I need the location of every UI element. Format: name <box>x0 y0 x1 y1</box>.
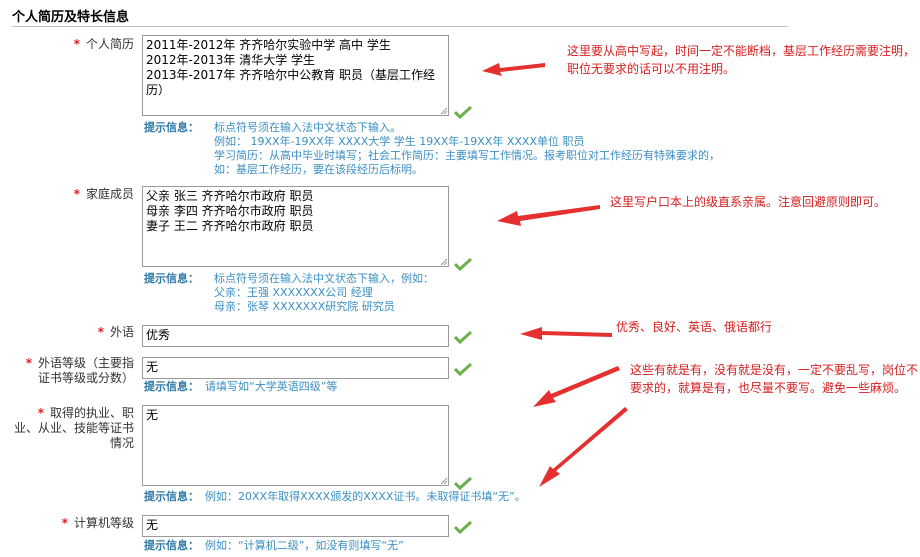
arrow-to-language-level <box>533 366 620 407</box>
arrow-to-certificates <box>539 407 628 487</box>
certificate-annotation: 这些有就是有，没有就是没有，一定不要乱写，岗位不要求的，就算是有，也尽量不要写。… <box>630 363 919 395</box>
family-annotation: 这里写户口本上的级直系亲属。注意回避原则即可。 <box>610 195 887 209</box>
arrow-to-language <box>520 327 612 340</box>
arrow-to-family <box>497 205 600 226</box>
resume-annotation: 这里要从高中写起，时间一定不能断档，基层工作经历需要注明，职位无要求的话可以不用… <box>567 44 916 76</box>
language-annotation: 优秀、良好、英语、俄语都行 <box>616 320 773 334</box>
arrow-to-resume <box>482 63 545 76</box>
annotation-arrows <box>482 63 628 487</box>
